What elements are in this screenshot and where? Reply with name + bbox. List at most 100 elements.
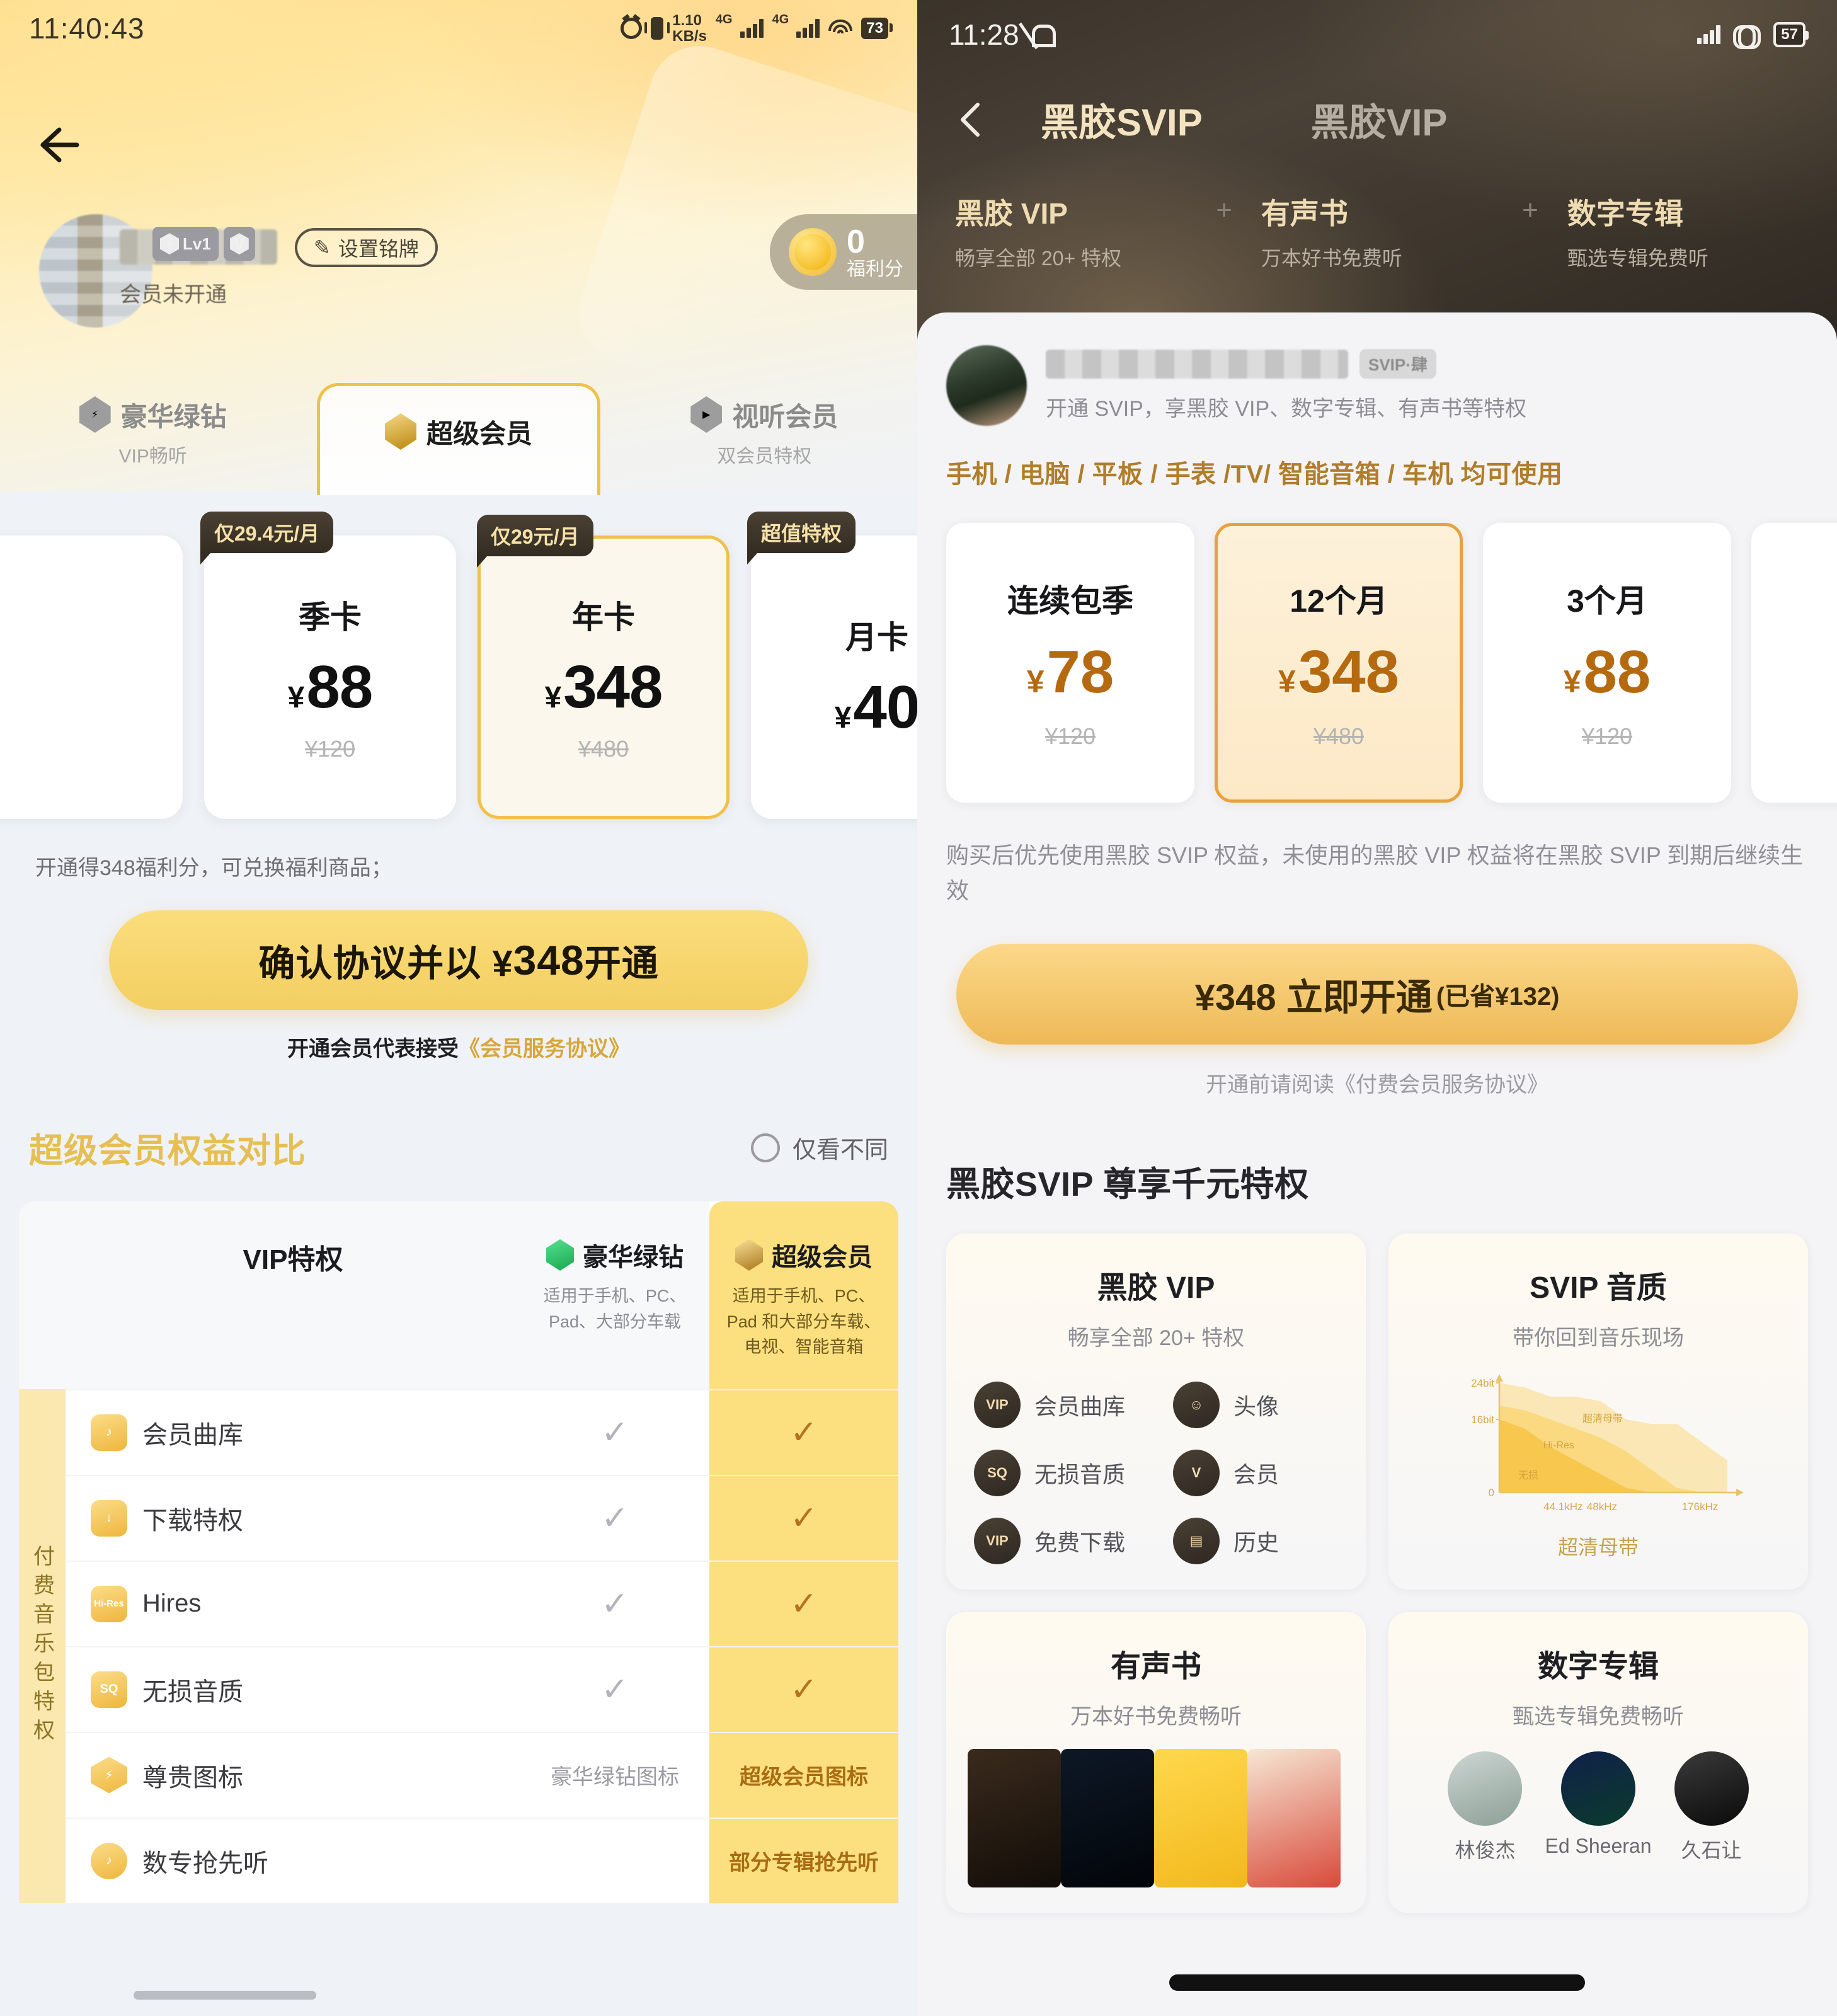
- network-type-2: 4G: [772, 12, 789, 26]
- plan-old-price: ¥480: [578, 736, 629, 762]
- benefit-note: 开通得348福利分，可兑换福利商品；: [35, 856, 392, 880]
- welfare-score-label: 福利分: [847, 258, 903, 280]
- plan-name: 12个月: [1290, 583, 1388, 619]
- plan-card-partial[interactable]: [1751, 523, 1837, 803]
- cta-amount: 348: [513, 937, 585, 983]
- home-indicator: [134, 1991, 316, 2000]
- privilege-card-audiobook[interactable]: 有声书 万本好书免费畅听: [946, 1612, 1366, 1913]
- currency-symbol: ¥: [1278, 664, 1296, 699]
- battery-percent: 57: [1773, 22, 1809, 47]
- feature-avatar-frame: ☺ 头像: [1173, 1381, 1366, 1428]
- privilege-card-digital-album[interactable]: 数字专辑 甄选专辑免费畅听 林俊杰 Ed Sheeran 久石让: [1388, 1612, 1808, 1913]
- artist-photo: [1560, 1751, 1635, 1826]
- plan-price: ¥88: [1564, 638, 1651, 707]
- agreement-line[interactable]: 开通前请阅读《付费会员服务协议》: [917, 1067, 1837, 1098]
- tab-video-vip[interactable]: ▶ 视听会员 双会员特权: [612, 372, 917, 491]
- super-check-icon: ✓: [790, 1585, 818, 1622]
- green-diamond-icon: ⚡: [79, 396, 111, 433]
- currency-symbol: ¥: [1563, 664, 1581, 699]
- feature-member-emblem: V 会员: [1173, 1449, 1366, 1496]
- network-type-1: 4G: [715, 12, 733, 26]
- purchase-note: 购买后优先使用黑胶 SVIP 权益，未使用的黑胶 VIP 权益将在黑胶 SVIP…: [946, 842, 1804, 903]
- green-value-text: 豪华绿钻图标: [551, 1765, 679, 1789]
- plan-price: ¥348: [545, 653, 663, 722]
- back-chevron-icon[interactable]: [951, 100, 992, 140]
- artist-item[interactable]: 久石让: [1674, 1751, 1749, 1864]
- back-arrow-icon[interactable]: [30, 120, 81, 170]
- dual-screenshot: 11:40:43 1.10 KB/s 4G 4G 73 ⚡ Lv1 V ✎ 设置…: [0, 0, 1837, 2016]
- signal-bars-icon: [1697, 25, 1721, 44]
- card-title: 黑胶 VIP: [1097, 1271, 1215, 1305]
- only-diff-toggle[interactable]: 仅看不同: [750, 1130, 888, 1165]
- hero-feature-list: 黑胶 VIP 畅享全部 20+ 特权 + 有声书 万本好书免费听 + 数字专辑 …: [917, 147, 1837, 272]
- artist-list: 林俊杰 Ed Sheeran 久石让: [1388, 1730, 1808, 1864]
- table-row: SQ 无损音质 ✓ ✓: [66, 1646, 898, 1732]
- pencil-icon: ✎: [314, 236, 331, 259]
- svip-badge: SVIP·肆: [1359, 349, 1436, 379]
- level-badge-label: Lv1: [183, 234, 211, 253]
- plan-old-price: ¥120: [1581, 723, 1633, 749]
- plan-carousel[interactable]: 连续包季 ¥78 ¥120 12个月 ¥348 ¥480 3个月 ¥88 ¥12…: [917, 490, 1837, 803]
- feature-title: 黑胶 VIP: [955, 197, 1068, 230]
- card-title: 有声书: [1110, 1649, 1201, 1683]
- svg-text:24bit: 24bit: [1471, 1377, 1494, 1389]
- hero-feature-album: 数字专辑 甄选专辑免费听: [1567, 191, 1799, 272]
- plan-card-partial[interactable]: [0, 536, 183, 819]
- currency-symbol: ¥: [287, 681, 305, 714]
- plus-icon: +: [1216, 195, 1232, 226]
- subscribe-now-button[interactable]: ¥348 立即开通 (已省¥132): [956, 943, 1798, 1045]
- confirm-purchase-button[interactable]: 确认协议并以 ¥348 开通: [109, 910, 808, 1010]
- user-row[interactable]: SVIP·肆 开通 SVIP，享黑胶 VIP、数字专辑、有声书等特权: [917, 312, 1837, 426]
- tab-super-vip[interactable]: 超级会员: [306, 372, 611, 495]
- privilege-card-vip[interactable]: 黑胶 VIP 畅享全部 20+ 特权 VIP 会员曲库 ☺ 头像 SQ 无损音质 V会…: [946, 1233, 1366, 1589]
- netspeed-value: 1.10: [672, 11, 702, 29]
- level-badges[interactable]: ⚡ Lv1 V: [152, 227, 255, 261]
- plan-card-year[interactable]: 仅29元/月 年卡 ¥348 ¥480: [477, 515, 730, 819]
- plan-name: 季卡: [299, 600, 362, 635]
- hero-feature-vip: 黑胶 VIP 畅享全部 20+ 特权: [955, 191, 1187, 272]
- super-check-icon: ✓: [790, 1414, 818, 1451]
- feature-title: 有声书: [1261, 197, 1348, 230]
- svg-text:0: 0: [1489, 1487, 1494, 1499]
- plan-card-quarterly-auto[interactable]: 连续包季 ¥78 ¥120: [946, 523, 1194, 803]
- network-speed-indicator: 1.10 KB/s: [672, 13, 707, 44]
- alarm-icon: [621, 18, 643, 39]
- feature-label: 无损音质: [142, 1678, 243, 1706]
- agreement-link[interactable]: 《会员服务协议》: [459, 1037, 630, 1061]
- tab-sublabel: 双会员特权: [717, 445, 812, 467]
- battery-percent: 73: [861, 18, 893, 39]
- avatar[interactable]: [946, 345, 1027, 426]
- svg-text:Hi-Res: Hi-Res: [1543, 1440, 1574, 1451]
- set-plate-button[interactable]: ✎ 设置铭牌: [295, 228, 438, 267]
- plan-card-12-months[interactable]: 12个月 ¥348 ¥480: [1215, 523, 1463, 803]
- feature-history: ▤ 历史: [1173, 1517, 1366, 1564]
- privilege-card-svip-audio[interactable]: SVIP 音质 带你回到音乐现场 0 16bit 24bit 44.1kHz 48kHz…: [1388, 1233, 1808, 1589]
- green-check-icon: ✓: [601, 1585, 629, 1622]
- plan-card-month[interactable]: 超值特权 月卡 ¥40: [747, 512, 917, 819]
- plan-price: ¥348: [1278, 638, 1399, 707]
- currency-symbol: ¥: [544, 681, 562, 714]
- card-title: SVIP 音质: [1530, 1271, 1667, 1305]
- welfare-score-pill[interactable]: 0 福利分: [770, 214, 917, 290]
- artist-item[interactable]: 林俊杰: [1448, 1751, 1523, 1864]
- left-status-bar: 11:40:43 1.10 KB/s 4G 4G 73: [0, 0, 917, 57]
- tab-svip[interactable]: 黑胶SVIP: [1041, 92, 1203, 147]
- super-check-icon: ✓: [790, 1671, 818, 1708]
- level-badge: ⚡ Lv1: [152, 227, 219, 261]
- tab-vip[interactable]: 黑胶VIP: [1311, 92, 1448, 147]
- plan-carousel[interactable]: 仅29.4元/月 季卡 ¥88 ¥120 仅29元/月 年卡 ¥348 ¥480…: [0, 491, 917, 819]
- status-time: 11:28: [949, 18, 1019, 51]
- plan-card-3-months[interactable]: 3个月 ¥88 ¥120: [1483, 523, 1731, 803]
- tab-luxury-green-diamond[interactable]: ⚡ 豪华绿钻 VIP畅听: [0, 372, 306, 491]
- vip-badge[interactable]: V: [223, 227, 255, 261]
- card-sub: 带你回到音乐现场: [1513, 1326, 1684, 1350]
- signal-bars-2-icon: [796, 19, 820, 38]
- book-cover: [1154, 1748, 1247, 1887]
- comparison-title: 超级会员权益对比: [29, 1132, 306, 1170]
- plan-card-quarter[interactable]: 仅29.4元/月 季卡 ¥88 ¥120: [200, 512, 456, 819]
- right-content-sheet: SVIP·肆 开通 SVIP，享黑胶 VIP、数字专辑、有声书等特权 手机 / …: [917, 312, 1837, 2016]
- svg-text:44.1kHz: 44.1kHz: [1543, 1501, 1582, 1513]
- vibrate-icon: [644, 17, 670, 40]
- artist-item[interactable]: Ed Sheeran: [1545, 1751, 1652, 1864]
- plan-name: 年卡: [572, 600, 635, 635]
